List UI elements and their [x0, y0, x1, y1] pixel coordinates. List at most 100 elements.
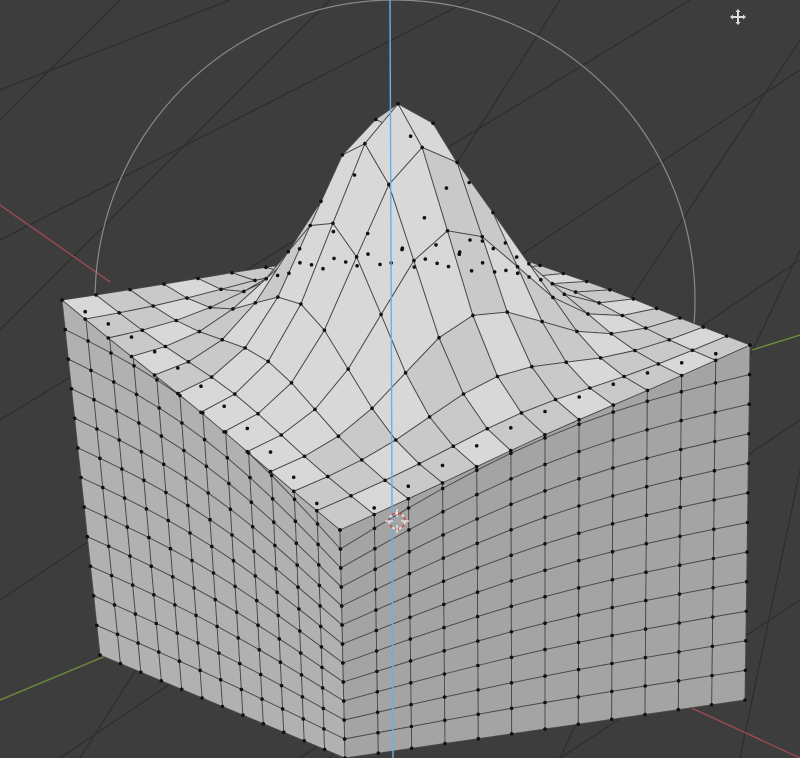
mesh-vertex[interactable]	[654, 306, 659, 311]
mesh-vertex[interactable]	[476, 663, 480, 668]
mesh-vertex[interactable]	[85, 534, 90, 539]
mesh-vertex[interactable]	[656, 362, 661, 366]
mesh-vertex[interactable]	[291, 489, 296, 494]
mesh-vertex[interactable]	[610, 689, 614, 694]
mesh-vertex[interactable]	[468, 238, 472, 242]
mesh-vertex[interactable]	[633, 348, 637, 353]
mesh-vertex[interactable]	[714, 351, 718, 356]
mesh-vertex[interactable]	[420, 145, 425, 150]
mesh-vertex[interactable]	[576, 667, 581, 672]
mesh-vertex[interactable]	[321, 706, 326, 711]
mesh-vertex[interactable]	[509, 553, 513, 558]
mesh-face[interactable]	[511, 701, 546, 735]
mesh-vertex[interactable]	[611, 494, 615, 498]
mesh-vertex[interactable]	[543, 568, 547, 573]
mesh-vertex[interactable]	[275, 590, 279, 594]
mesh-vertex[interactable]	[316, 542, 320, 547]
mesh-vertex[interactable]	[94, 293, 98, 297]
mesh-vertex[interactable]	[128, 287, 132, 292]
mesh-vertex[interactable]	[340, 153, 345, 157]
mesh-vertex[interactable]	[82, 505, 86, 509]
mesh-vertex[interactable]	[242, 289, 246, 294]
mesh-vertex[interactable]	[644, 513, 649, 517]
mesh-vertex[interactable]	[342, 737, 347, 741]
mesh-vertex[interactable]	[710, 615, 715, 619]
mesh-vertex[interactable]	[130, 583, 135, 587]
mesh-vertex[interactable]	[152, 373, 157, 377]
mesh-vertex[interactable]	[527, 275, 531, 279]
mesh-vertex[interactable]	[423, 257, 428, 261]
mesh-vertex[interactable]	[744, 609, 749, 614]
mesh-vertex[interactable]	[678, 534, 682, 539]
mesh-vertex[interactable]	[422, 216, 427, 220]
mesh-vertex[interactable]	[745, 520, 750, 525]
mesh-vertex[interactable]	[442, 695, 447, 699]
mesh-vertex[interactable]	[196, 641, 200, 645]
mesh-vertex[interactable]	[245, 426, 250, 431]
mesh-vertex[interactable]	[480, 261, 485, 265]
mesh-vertex[interactable]	[230, 533, 234, 537]
mesh-vertex[interactable]	[287, 271, 291, 276]
mesh-vertex[interactable]	[412, 265, 417, 269]
mesh-vertex[interactable]	[72, 416, 77, 421]
mesh-vertex[interactable]	[679, 373, 684, 378]
mesh-vertex[interactable]	[168, 546, 173, 551]
mesh-vertex[interactable]	[577, 504, 581, 508]
mesh-vertex[interactable]	[268, 469, 273, 474]
mesh-vertex[interactable]	[710, 673, 714, 678]
mesh-vertex[interactable]	[199, 384, 203, 389]
mesh-vertex[interactable]	[509, 528, 513, 532]
mesh-vertex[interactable]	[495, 374, 500, 379]
mesh-vertex[interactable]	[476, 712, 481, 717]
mesh-vertex[interactable]	[264, 265, 268, 270]
mesh-vertex[interactable]	[543, 674, 547, 678]
mesh-vertex[interactable]	[186, 360, 191, 364]
mesh-vertex[interactable]	[233, 584, 237, 589]
mesh-vertex[interactable]	[406, 484, 411, 489]
3d-viewport[interactable]	[0, 0, 800, 758]
move-view-icon[interactable]	[729, 8, 751, 30]
mesh-vertex[interactable]	[230, 270, 234, 275]
mesh-face[interactable]	[611, 685, 646, 720]
mesh-vertex[interactable]	[610, 661, 614, 666]
mesh-vertex[interactable]	[354, 255, 359, 259]
mesh-vertex[interactable]	[643, 684, 647, 688]
mesh-vertex[interactable]	[315, 522, 320, 526]
mesh-vertex[interactable]	[190, 558, 194, 563]
mesh-vertex[interactable]	[136, 641, 140, 645]
mesh-vertex[interactable]	[543, 647, 547, 652]
mesh-vertex[interactable]	[645, 399, 650, 404]
mesh-vertex[interactable]	[321, 266, 325, 271]
mesh-vertex[interactable]	[409, 702, 413, 707]
mesh-vertex[interactable]	[86, 339, 90, 343]
mesh-vertex[interactable]	[480, 239, 485, 243]
mesh-vertex[interactable]	[374, 608, 378, 612]
mesh-vertex[interactable]	[485, 426, 490, 431]
mesh-face[interactable]	[644, 651, 680, 687]
mesh-vertex[interactable]	[297, 247, 302, 251]
mesh-vertex[interactable]	[159, 434, 164, 438]
mesh-vertex[interactable]	[610, 549, 615, 554]
mesh-vertex[interactable]	[543, 409, 547, 414]
mesh-vertex[interactable]	[197, 329, 202, 334]
mesh-vertex[interactable]	[743, 698, 747, 702]
mesh-vertex[interactable]	[407, 528, 411, 532]
mesh-vertex[interactable]	[210, 544, 214, 549]
mesh-vertex[interactable]	[132, 364, 136, 368]
mesh-vertex[interactable]	[331, 221, 335, 226]
mesh-vertex[interactable]	[236, 636, 240, 640]
mesh-vertex[interactable]	[543, 436, 547, 440]
mesh-vertex[interactable]	[319, 199, 323, 204]
mesh-vertex[interactable]	[154, 621, 159, 626]
mesh-vertex[interactable]	[679, 361, 684, 365]
mesh-vertex[interactable]	[504, 268, 508, 273]
mesh-vertex[interactable]	[91, 594, 96, 598]
mesh-vertex[interactable]	[338, 528, 342, 532]
mesh-vertex[interactable]	[340, 642, 345, 646]
mesh-vertex[interactable]	[276, 295, 280, 299]
mesh-vertex[interactable]	[163, 344, 168, 349]
mesh-vertex[interactable]	[293, 519, 298, 523]
mesh-vertex[interactable]	[644, 484, 649, 489]
mesh-vertex[interactable]	[441, 533, 445, 537]
mesh-vertex[interactable]	[220, 337, 224, 342]
